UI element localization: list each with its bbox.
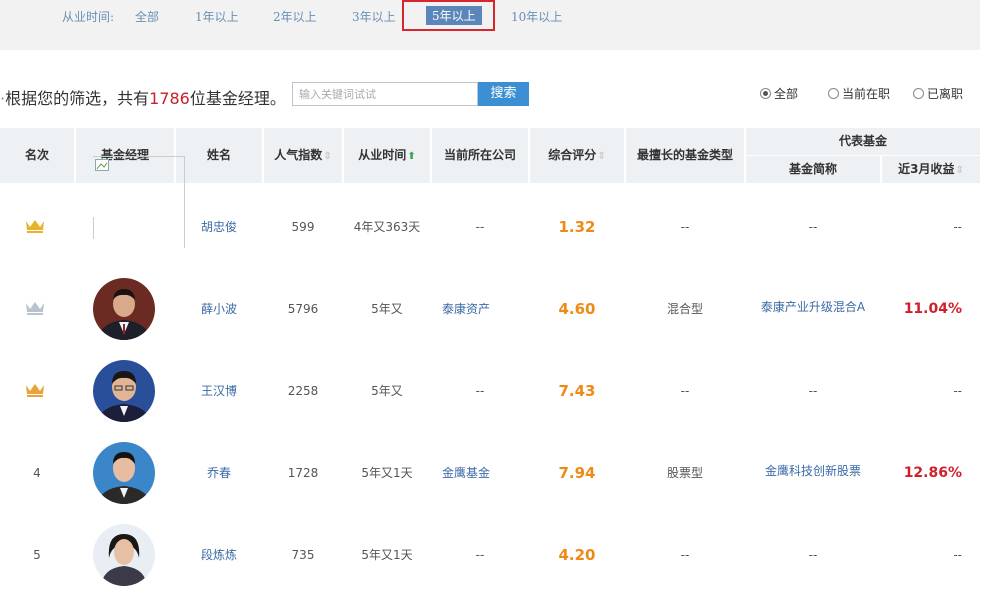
bronze-crown-icon	[26, 384, 44, 397]
popularity-value: 2258	[287, 384, 319, 398]
tenure-option-10y[interactable]: 10年以上	[511, 8, 562, 25]
manager-avatar[interactable]	[93, 524, 155, 586]
manager-name-link[interactable]: 胡忠俊	[176, 186, 262, 268]
sort-icon: ⇕	[323, 151, 332, 162]
manager-avatar[interactable]	[93, 360, 155, 422]
summary-suffix: 位基金经理。	[189, 89, 286, 108]
popularity-value: 5796	[287, 302, 319, 316]
header-tenure[interactable]: 从业时间⬆	[344, 128, 430, 183]
table-row: 5 段炼炼 735 5年又1天 -- 4.20 -- -- --	[0, 514, 980, 596]
search-input[interactable]: 输入关键词试试	[292, 82, 478, 106]
header-name: 姓名	[176, 128, 262, 183]
radio-current[interactable]: 当前在职	[828, 85, 890, 102]
radio-selected-icon	[760, 88, 771, 99]
header-best-type: 最擅长的基金类型	[626, 128, 744, 183]
tenure-value: 5年又1天	[361, 466, 413, 480]
tenure-option-1y[interactable]: 1年以上	[195, 8, 239, 25]
company-link[interactable]: 泰康资产	[432, 268, 528, 350]
header-return-3m[interactable]: 近3月收益⇕	[882, 156, 980, 183]
table-row: 4 乔春 1728 5年又1天 金鹰基金 7.94 股票型 金鹰科技创新股票 1…	[0, 432, 980, 514]
header-popularity[interactable]: 人气指数⇕	[264, 128, 342, 183]
sort-icon: ⇕	[955, 165, 964, 176]
best-type-value: --	[680, 220, 690, 234]
table-row: 胡忠俊 599 4年又363天 -- 1.32 -- -- --	[0, 156, 980, 268]
popularity-value: 735	[291, 548, 315, 562]
best-type-value: 混合型	[666, 302, 703, 316]
tenure-option-all[interactable]: 全部	[135, 8, 159, 25]
fund-short-value: --	[808, 548, 818, 562]
return-value: --	[953, 220, 962, 234]
tenure-option-2y[interactable]: 2年以上	[273, 8, 317, 25]
company-link[interactable]: 金鹰基金	[432, 432, 528, 514]
radio-empty-icon	[828, 88, 839, 99]
sort-icon: ⇕	[597, 151, 606, 162]
manager-name-link[interactable]: 王汉博	[176, 350, 262, 432]
summary-prefix: 根据您的筛选，共有	[5, 89, 150, 108]
fund-short-link[interactable]: 泰康产业升级混合A	[746, 268, 880, 350]
tenure-value: 5年又	[371, 384, 403, 398]
fund-short-value: --	[808, 384, 818, 398]
header-score[interactable]: 综合评分⇕	[530, 128, 624, 183]
broken-image-icon	[95, 159, 109, 171]
radio-empty-icon	[913, 88, 924, 99]
score-value: 4.60	[558, 300, 596, 318]
score-value: 4.20	[558, 546, 596, 564]
tenure-option-3y[interactable]: 3年以上	[352, 8, 396, 25]
company-value: --	[475, 548, 485, 562]
manager-name-link[interactable]: 段炼炼	[176, 514, 262, 596]
manager-name-link[interactable]: 薛小波	[176, 268, 262, 350]
tenure-value: 5年又1天	[361, 548, 413, 562]
rank-value: 5	[33, 548, 41, 562]
header-fund-short: 基金简称	[746, 156, 880, 183]
result-count: 1786	[149, 89, 190, 108]
rank-value: 4	[33, 466, 41, 480]
manager-avatar[interactable]	[93, 442, 155, 504]
best-type-value: --	[680, 384, 690, 398]
score-value: 7.94	[558, 464, 596, 482]
tenure-filter-label: 从业时间:	[62, 10, 115, 24]
search-row: ·根据您的筛选，共有1786位基金经理。 输入关键词试试 搜索 全部 当前在职 …	[0, 80, 1000, 110]
tenure-value: 5年又	[371, 302, 403, 316]
best-type-value: 股票型	[666, 466, 703, 480]
return-value: 12.86%	[903, 465, 962, 481]
search-button[interactable]: 搜索	[478, 82, 529, 106]
manager-avatar[interactable]	[93, 278, 155, 340]
gold-crown-icon	[26, 220, 44, 233]
table-row: 王汉博 2258 5年又 -- 7.43 -- -- --	[0, 350, 980, 432]
return-value: --	[953, 384, 962, 398]
selection-highlight-box	[402, 0, 495, 31]
silver-crown-icon	[26, 302, 44, 315]
broken-image-placeholder	[93, 156, 185, 248]
score-value: 7.43	[558, 382, 596, 400]
company-value: --	[475, 220, 485, 234]
tenure-value: 4年又363天	[353, 220, 421, 234]
sort-up-icon: ⬆	[407, 151, 416, 162]
header-rep-fund: 代表基金	[746, 128, 980, 155]
fund-short-link[interactable]: 金鹰科技创新股票	[746, 432, 880, 514]
score-value: 1.32	[558, 218, 596, 236]
popularity-value: 599	[291, 220, 315, 234]
result-summary: ·根据您的筛选，共有1786位基金经理。	[0, 89, 286, 108]
manager-name-link[interactable]: 乔春	[176, 432, 262, 514]
company-value: --	[475, 384, 485, 398]
header-company: 当前所在公司	[432, 128, 528, 183]
header-rank: 名次	[0, 128, 74, 183]
table-row: 薛小波 5796 5年又 泰康资产 4.60 混合型 泰康产业升级混合A 11.…	[0, 268, 980, 350]
radio-departed[interactable]: 已离职	[913, 85, 963, 102]
popularity-value: 1728	[287, 466, 319, 480]
return-value: 11.04%	[903, 301, 962, 317]
best-type-value: --	[680, 548, 690, 562]
tenure-filter-bar: 从业时间: 全部 1年以上 2年以上 3年以上 5年以上 10年以上	[0, 0, 980, 50]
return-value: --	[953, 548, 962, 562]
radio-all[interactable]: 全部	[760, 85, 798, 102]
fund-short-value: --	[808, 220, 818, 234]
